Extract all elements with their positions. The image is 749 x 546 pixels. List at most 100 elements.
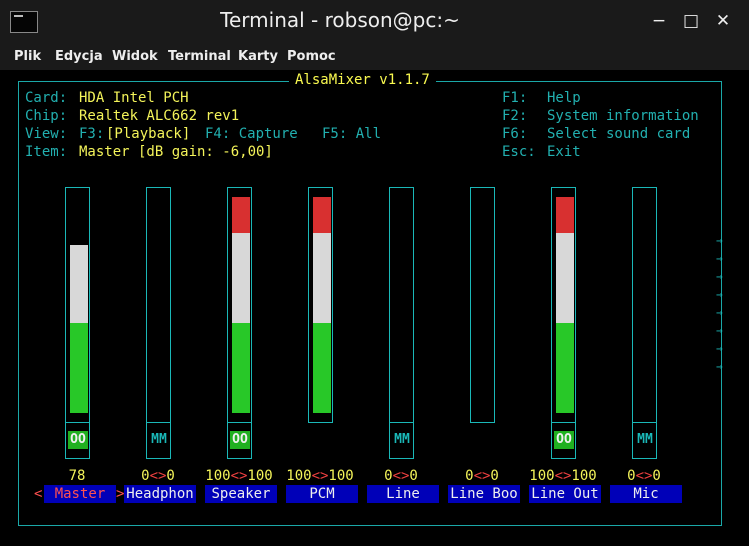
volume-value-line-boo: 0<>0 xyxy=(442,467,522,485)
card-value: HDA Intel PCH xyxy=(79,90,189,106)
view-f3-key: F3: xyxy=(79,126,105,142)
level-white xyxy=(556,232,574,323)
chip-value: Realtek ALC662 rev1 xyxy=(79,108,240,124)
volume-text-part: <> xyxy=(230,468,248,484)
channel-label-line[interactable]: Line xyxy=(367,485,439,503)
close-button[interactable]: ✕ xyxy=(710,8,736,34)
view-all[interactable]: F5: All xyxy=(322,125,381,143)
volume-text-part: <> xyxy=(554,468,572,484)
menu-plik[interactable]: Plik xyxy=(14,49,41,64)
card-label: Card: xyxy=(25,90,68,106)
help-key-f2: F2: xyxy=(502,108,528,124)
volume-bar-line[interactable] xyxy=(389,187,414,423)
level-red xyxy=(232,197,250,233)
volume-text-part: 100 xyxy=(529,468,555,484)
arrow-right-icon: → xyxy=(716,324,723,337)
arrow-right-icon: → xyxy=(716,360,723,373)
volume-text-part: 100 xyxy=(205,468,231,484)
menu-bar: Plik Edycja Widok Terminal Karty Pomoc xyxy=(0,44,749,70)
volume-bar-line-out[interactable] xyxy=(551,187,576,423)
volume-bar-headphon[interactable] xyxy=(146,187,171,423)
mute-toggle-mic[interactable]: MM xyxy=(632,423,657,459)
selection-bracket-left: < xyxy=(34,486,43,502)
volume-text-part: <> xyxy=(149,468,167,484)
volume-text-part: 0 xyxy=(384,468,393,484)
mute-state: OO xyxy=(230,431,250,449)
volume-text-part: 100 xyxy=(571,468,597,484)
volume-bar-mic[interactable] xyxy=(632,187,657,423)
volume-text-part: 100 xyxy=(328,468,354,484)
volume-value-master: 78 xyxy=(37,467,117,485)
arrow-right-icon: → xyxy=(716,252,723,265)
level-white xyxy=(313,232,331,323)
channel-label-line-boo[interactable]: Line Boo xyxy=(448,485,520,503)
menu-edycja[interactable]: Edycja xyxy=(55,49,103,64)
maximize-button[interactable]: □ xyxy=(678,8,704,34)
channel-label-headphon[interactable]: Headphon xyxy=(124,485,196,503)
arrow-right-icon: → xyxy=(716,288,723,301)
view-playback[interactable]: [Playback] xyxy=(106,125,190,143)
volume-bar-master[interactable] xyxy=(65,187,90,423)
volume-text-part: <> xyxy=(392,468,410,484)
mute-toggle-line[interactable]: MM xyxy=(389,423,414,459)
volume-text-part: <> xyxy=(311,468,329,484)
volume-text-part: 0 xyxy=(409,468,418,484)
channel-label-line-out[interactable]: Line Out xyxy=(529,485,601,503)
window-title: Terminal - robson@pc:~ xyxy=(220,8,460,32)
title-bar: Terminal - robson@pc:~ − □ ✕ xyxy=(0,0,749,44)
help-key-f1: F1: xyxy=(502,90,528,106)
menu-widok[interactable]: Widok xyxy=(112,49,158,64)
arrow-right-icon: → xyxy=(716,270,723,283)
view-label: View: xyxy=(25,126,68,142)
level-white xyxy=(232,232,250,323)
volume-text-part: 0 xyxy=(490,468,499,484)
mute-state: OO xyxy=(68,431,88,449)
arrow-right-icon: → xyxy=(716,342,723,355)
mute-toggle-master[interactable]: OO xyxy=(65,423,90,459)
help-text-esc[interactable]: Exit xyxy=(547,143,581,161)
help-text-f6[interactable]: Select sound card xyxy=(547,125,690,143)
chip-label: Chip: xyxy=(25,108,68,124)
volume-bar-line-boo[interactable] xyxy=(470,187,495,423)
mute-state: MM xyxy=(637,432,653,447)
channel-label-mic[interactable]: Mic xyxy=(610,485,682,503)
arrow-right-icon: → xyxy=(716,234,723,247)
mute-state: OO xyxy=(554,431,574,449)
minimize-button[interactable]: − xyxy=(646,8,672,34)
mute-state: MM xyxy=(394,432,410,447)
level-white xyxy=(70,244,88,323)
mute-toggle-line-out[interactable]: OO xyxy=(551,423,576,459)
item-value: Master [dB gain: -6,00] xyxy=(79,144,273,160)
level-green xyxy=(556,322,574,413)
menu-pomoc[interactable]: Pomoc xyxy=(287,49,336,64)
volume-text-part: <> xyxy=(473,468,491,484)
mute-toggle-speaker[interactable]: OO xyxy=(227,423,252,459)
help-text-f1[interactable]: Help xyxy=(547,89,581,107)
arrow-right-icon: → xyxy=(716,306,723,319)
view-capture[interactable]: F4: Capture xyxy=(205,125,298,143)
volume-value-mic: 0<>0 xyxy=(604,467,684,485)
menu-terminal[interactable]: Terminal xyxy=(168,49,231,64)
item-label: Item: xyxy=(25,144,68,160)
mute-toggle-headphon[interactable]: MM xyxy=(146,423,171,459)
volume-text-part: 100 xyxy=(286,468,312,484)
volume-text-part: 78 xyxy=(68,468,86,484)
volume-value-pcm: 100<>100 xyxy=(280,467,360,485)
help-text-f2[interactable]: System information xyxy=(547,107,699,125)
alsamixer-title: AlsaMixer v1.1.7 xyxy=(289,72,436,88)
level-green xyxy=(232,322,250,413)
volume-text-part: 0 xyxy=(652,468,661,484)
volume-value-speaker: 100<>100 xyxy=(199,467,279,485)
volume-value-headphon: 0<>0 xyxy=(118,467,198,485)
menu-karty[interactable]: Karty xyxy=(238,49,278,64)
channel-label-master[interactable]: Master xyxy=(44,485,116,503)
volume-bar-speaker[interactable] xyxy=(227,187,252,423)
level-red xyxy=(313,197,331,233)
channel-label-speaker[interactable]: Speaker xyxy=(205,485,277,503)
volume-value-line-out: 100<>100 xyxy=(523,467,603,485)
volume-text-part: 100 xyxy=(247,468,273,484)
channel-label-pcm[interactable]: PCM xyxy=(286,485,358,503)
volume-bar-pcm[interactable] xyxy=(308,187,333,423)
level-green xyxy=(313,322,331,413)
level-green xyxy=(70,322,88,413)
